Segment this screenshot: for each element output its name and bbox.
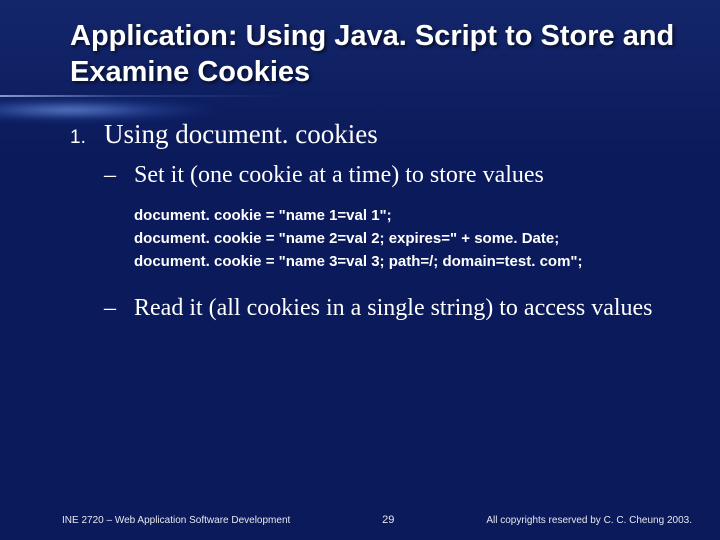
- bullet-dash: –: [104, 160, 134, 190]
- footer-copyright: All copyrights reserved by C. C. Cheung …: [486, 515, 692, 526]
- bullet-dash: –: [104, 293, 134, 323]
- slide-container: Application: Using Java. Script to Store…: [0, 0, 720, 540]
- slide-title: Application: Using Java. Script to Store…: [70, 18, 680, 91]
- code-line: document. cookie = "name 2=val 2; expire…: [134, 230, 559, 247]
- slide-footer: INE 2720 – Web Application Software Deve…: [0, 514, 720, 526]
- footer-page-number: 29: [382, 514, 394, 526]
- code-line: document. cookie = "name 3=val 3; path=/…: [134, 253, 583, 270]
- bullet-text: Set it (one cookie at a time) to store v…: [134, 160, 544, 190]
- item-number: 1.: [70, 127, 104, 149]
- numbered-item: 1. Using document. cookies: [70, 119, 680, 150]
- item-heading: Using document. cookies: [104, 119, 378, 150]
- code-block: document. cookie = "name 1=val 1"; docum…: [134, 204, 680, 274]
- bullet-item: – Set it (one cookie at a time) to store…: [104, 160, 680, 190]
- bullet-text: Read it (all cookies in a single string)…: [134, 293, 653, 323]
- bullet-item: – Read it (all cookies in a single strin…: [104, 293, 680, 323]
- code-line: document. cookie = "name 1=val 1";: [134, 207, 392, 224]
- footer-course: INE 2720 – Web Application Software Deve…: [62, 515, 290, 526]
